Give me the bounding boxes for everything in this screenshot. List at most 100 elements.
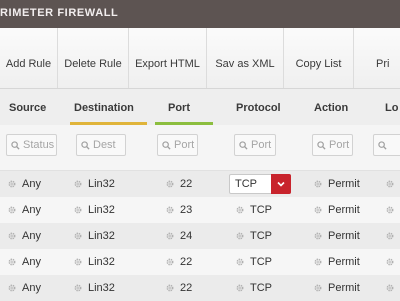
search-icon — [162, 140, 171, 150]
gear-icon — [166, 284, 174, 292]
log-cell — [386, 197, 400, 223]
port-value: 23 — [180, 204, 193, 216]
action-filter[interactable] — [312, 134, 353, 156]
column-header-destination[interactable]: Destination — [74, 89, 134, 125]
source-filter-input[interactable] — [20, 139, 56, 151]
source-value: Any — [22, 178, 41, 190]
destination-value: Lin32 — [88, 282, 115, 294]
gear-icon — [8, 180, 16, 188]
action-value: Permit — [328, 204, 360, 216]
table-row[interactable]: Any Lin32 22 TCP Permit — [0, 275, 400, 301]
column-header-protocol[interactable]: Protocol — [236, 89, 281, 125]
export-html-button[interactable]: Export HTML — [129, 28, 206, 88]
chevron-down-icon — [277, 181, 285, 187]
source-value: Any — [22, 256, 41, 268]
gear-icon — [236, 258, 244, 266]
table-row[interactable]: Any Lin32 24 TCP Permit — [0, 223, 400, 249]
gear-icon — [8, 232, 16, 240]
protocol-cell: TCP — [236, 197, 272, 223]
gear-icon — [314, 284, 322, 292]
source-cell: Any — [8, 197, 41, 223]
protocol-value: TCP — [250, 204, 272, 216]
action-cell: Permit — [314, 275, 360, 301]
action-value: Permit — [328, 178, 360, 190]
search-icon — [81, 140, 90, 150]
protocol-cell: TCP — [236, 275, 272, 301]
destination-cell: Lin32 — [74, 249, 115, 275]
destination-filter[interactable] — [76, 134, 126, 156]
delete-rule-button[interactable]: Delete Rule — [58, 28, 128, 88]
source-value: Any — [22, 230, 41, 242]
column-header-port[interactable]: Port — [168, 89, 190, 125]
gear-icon — [74, 206, 82, 214]
destination-value: Lin32 — [88, 204, 115, 216]
gear-icon — [74, 232, 82, 240]
action-cell: Permit — [314, 223, 360, 249]
source-filter[interactable] — [6, 134, 57, 156]
protocol-value: TCP — [250, 256, 272, 268]
gear-icon — [314, 180, 322, 188]
action-value: Permit — [328, 256, 360, 268]
protocol-value: TCP — [250, 230, 272, 242]
source-cell: Any — [8, 249, 41, 275]
search-icon — [317, 140, 326, 150]
column-header-action[interactable]: Action — [314, 89, 348, 125]
table-row[interactable]: Any Lin32 23 TCP Permit — [0, 197, 400, 223]
port-value: 24 — [180, 230, 193, 242]
port-value: 22 — [180, 178, 193, 190]
protocol-dropdown[interactable]: TCP — [229, 174, 291, 194]
search-icon — [378, 140, 387, 150]
column-header-log[interactable]: Lo — [385, 89, 398, 125]
log-cell — [386, 171, 400, 197]
gear-icon — [236, 284, 244, 292]
search-icon — [11, 140, 20, 150]
copy-list-button[interactable]: Copy List — [284, 28, 353, 88]
gear-icon — [236, 206, 244, 214]
port-cell: 22 — [166, 171, 192, 197]
table-row[interactable]: Any Lin32 22 TCP Permit — [0, 249, 400, 275]
destination-cell: Lin32 — [74, 275, 115, 301]
gear-icon — [166, 180, 174, 188]
add-rule-button[interactable]: Add Rule — [0, 28, 57, 88]
log-cell — [386, 275, 400, 301]
column-header-source[interactable]: Source — [9, 89, 46, 125]
gear-icon — [314, 206, 322, 214]
protocol-filter[interactable] — [234, 134, 276, 156]
source-value: Any — [22, 282, 41, 294]
gear-icon — [74, 180, 82, 188]
title-bar: RIMETER FIREWALL — [0, 0, 400, 29]
source-cell: Any — [8, 275, 41, 301]
port-cell: 23 — [166, 197, 192, 223]
action-cell: Permit — [314, 197, 360, 223]
protocol-cell: TCP — [236, 223, 272, 249]
log-filter[interactable] — [373, 134, 400, 156]
gear-icon — [386, 284, 394, 292]
source-cell: Any — [8, 171, 41, 197]
port-cell: 22 — [166, 249, 192, 275]
destination-filter-input[interactable] — [90, 139, 125, 151]
gear-icon — [314, 258, 322, 266]
port-filter[interactable] — [157, 134, 198, 156]
column-headers: Source Destination Port Protocol Action … — [0, 89, 400, 125]
destination-value: Lin32 — [88, 230, 115, 242]
log-cell — [386, 223, 400, 249]
protocol-value: TCP — [250, 282, 272, 294]
table-row[interactable]: Any Lin32 22 TCP Permit — [0, 171, 400, 197]
save-xml-button[interactable]: Sav as XML — [207, 28, 283, 88]
print-button[interactable]: Pri — [376, 28, 400, 88]
port-filter-input[interactable] — [171, 139, 197, 151]
gear-icon — [386, 258, 394, 266]
port-cell: 24 — [166, 223, 192, 249]
destination-cell: Lin32 — [74, 223, 115, 249]
gear-icon — [8, 258, 16, 266]
action-cell: Permit — [314, 249, 360, 275]
dropdown-button[interactable] — [271, 174, 291, 194]
gear-icon — [74, 284, 82, 292]
gear-icon — [166, 206, 174, 214]
action-filter-input[interactable] — [326, 139, 352, 151]
protocol-filter-input[interactable] — [248, 139, 275, 151]
protocol-cell: TCP — [236, 249, 272, 275]
search-icon — [239, 140, 248, 150]
action-value: Permit — [328, 282, 360, 294]
destination-cell: Lin32 — [74, 197, 115, 223]
